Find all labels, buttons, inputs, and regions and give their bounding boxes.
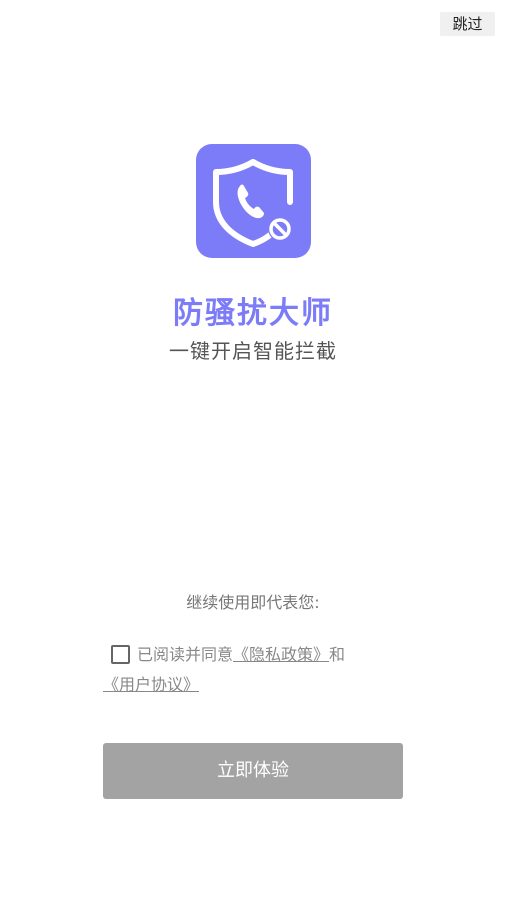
skip-button[interactable]: 跳过 <box>440 12 495 36</box>
start-experience-button[interactable]: 立即体验 <box>103 743 403 799</box>
privacy-policy-link[interactable]: 《隐私政策》 <box>233 645 329 664</box>
app-name: 防骚扰大师 <box>173 296 333 331</box>
app-logo-icon <box>196 144 311 258</box>
splash-screen: 跳过 防骚扰大师 一键开启智能拦截 继续使用即代表您: 已阅读并同意《隐私政策》… <box>0 0 506 900</box>
agree-checkbox[interactable] <box>111 645 130 664</box>
app-slogan: 一键开启智能拦截 <box>169 339 337 363</box>
and-text: 和 <box>329 645 346 664</box>
agree-prefix-text: 已阅读并同意 <box>137 645 234 664</box>
consent-intro-text: 继续使用即代表您: <box>186 593 320 612</box>
user-agreement-link[interactable]: 《用户协议》 <box>103 675 199 694</box>
agreement-row: 已阅读并同意《隐私政策》和《用户协议》 <box>103 640 403 700</box>
